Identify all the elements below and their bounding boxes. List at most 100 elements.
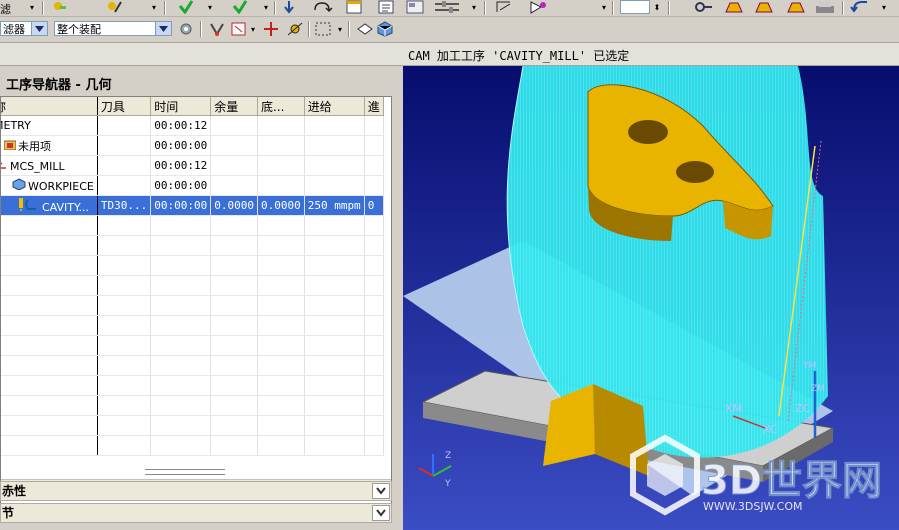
cell-floor <box>257 155 305 176</box>
empty-row <box>1 335 384 356</box>
empty-cell <box>150 355 212 376</box>
column-header[interactable]: 余量 <box>210 97 258 116</box>
empty-cell <box>1 295 98 316</box>
dropdown-icon[interactable]: ▾ <box>206 3 214 12</box>
column-header[interactable]: 刀具 <box>97 97 152 116</box>
zm-label: ZM <box>811 384 825 394</box>
cell-time: 00:00:12 <box>150 115 212 136</box>
column-header[interactable]: 称 <box>1 97 98 116</box>
dropdown-icon[interactable]: ▾ <box>600 3 608 12</box>
empty-cell <box>257 275 305 296</box>
operation-name-cell: METRY <box>1 115 98 136</box>
cell-stock <box>210 155 258 176</box>
empty-cell <box>364 235 384 256</box>
empty-cell <box>304 295 365 316</box>
point-snap-icon[interactable] <box>262 21 280 37</box>
select-box-icon[interactable] <box>230 21 248 37</box>
cell-stock <box>210 175 258 196</box>
cell-extra: 0 <box>364 195 384 216</box>
snap-icon[interactable] <box>208 21 226 37</box>
properties-section[interactable]: 赤性 <box>0 481 392 501</box>
graphics-viewport[interactable]: XM ZC XC YM ZM Z Y 3D世界网 WWW.3DSJW.COM <box>403 66 899 530</box>
cell-feed <box>304 175 365 196</box>
gold-icon[interactable] <box>786 0 806 14</box>
table-row[interactable]: CAVITY... TD30... 00:00:00 0.0000 0.0000 250 … <box>1 195 384 216</box>
table-row[interactable]: WORKPIECE 00:00:00 <box>1 175 384 196</box>
number-field[interactable] <box>620 0 650 14</box>
assembly-scope-select[interactable]: 整个装配 <box>54 21 172 36</box>
type-filter-select[interactable]: 滤器 <box>0 21 48 36</box>
layout-icon[interactable] <box>406 0 424 14</box>
table-row[interactable]: 未用项 00:00:00 <box>1 135 384 156</box>
print-icon[interactable] <box>814 0 836 14</box>
empty-cell <box>257 335 305 356</box>
tool-icon[interactable] <box>52 0 68 14</box>
empty-row <box>1 355 384 376</box>
empty-cell <box>364 315 384 336</box>
undo-icon[interactable] <box>850 0 870 14</box>
list-icon[interactable] <box>378 0 394 14</box>
window-icon[interactable] <box>346 0 362 14</box>
point-marker-icon[interactable] <box>286 21 304 37</box>
empty-cell <box>257 435 305 456</box>
dropdown-icon[interactable]: ▾ <box>880 3 888 12</box>
empty-cell <box>304 395 365 416</box>
green-check-icon[interactable] <box>232 0 248 14</box>
tool-edit-icon[interactable] <box>106 0 122 14</box>
navigator-grid[interactable]: 称刀具时间余量底...进给進 METRY 00:00:12未用项00:00:00M… <box>0 96 392 516</box>
shaded-cube-icon[interactable] <box>376 21 394 37</box>
cell-extra <box>364 135 384 156</box>
spin-icon[interactable]: ⬍ <box>652 0 662 14</box>
empty-cell <box>1 215 98 236</box>
empty-cell <box>97 375 152 396</box>
chevron-down-icon <box>155 22 171 35</box>
gold-icon[interactable] <box>754 0 774 14</box>
cell-stock <box>210 115 258 136</box>
empty-cell <box>257 315 305 336</box>
dropdown-icon[interactable]: ▾ <box>262 3 270 12</box>
empty-cell <box>257 395 305 416</box>
column-header[interactable]: 底... <box>257 97 305 116</box>
operation-name-cell: WORKPIECE <box>1 175 98 196</box>
empty-cell <box>364 415 384 436</box>
slider-icon[interactable] <box>434 0 460 14</box>
dropdown-icon[interactable]: ▾ <box>470 3 478 12</box>
cell-time: 00:00:00 <box>150 175 212 196</box>
empty-cell <box>304 255 365 276</box>
cell-extra <box>364 115 384 136</box>
dropdown-icon[interactable]: ▾ <box>336 25 344 34</box>
pointer-icon[interactable] <box>494 0 514 14</box>
empty-cell <box>364 335 384 356</box>
loop-icon[interactable] <box>312 0 334 14</box>
arrow-icon[interactable] <box>528 0 548 14</box>
gold-icon[interactable] <box>724 0 744 14</box>
empty-cell <box>210 295 258 316</box>
green-check-icon[interactable] <box>178 0 194 14</box>
empty-cell <box>210 315 258 336</box>
empty-cell <box>364 295 384 316</box>
empty-cell <box>304 215 365 236</box>
column-header[interactable]: 進 <box>364 97 384 116</box>
details-section[interactable]: 节 <box>0 503 392 523</box>
column-header[interactable]: 进给 <box>304 97 365 116</box>
rectangle-select-icon[interactable] <box>314 21 332 37</box>
dropdown-icon[interactable]: ▾ <box>28 3 36 12</box>
table-row[interactable]: MCS_MILL 00:00:12 <box>1 155 384 176</box>
cell-tool: TD30... <box>97 195 152 216</box>
wrench-icon[interactable] <box>694 0 714 14</box>
table-row[interactable]: METRY 00:00:12 <box>1 115 384 136</box>
arrow-down-icon[interactable] <box>282 0 296 14</box>
dropdown-icon[interactable]: ▾ <box>150 3 158 12</box>
empty-cell <box>97 235 152 256</box>
panel-resize-handle[interactable] <box>145 469 225 475</box>
filter-settings-icon[interactable] <box>178 21 196 37</box>
dropdown-icon[interactable]: ▾ <box>249 25 257 34</box>
column-header[interactable]: 时间 <box>150 97 212 116</box>
cube-icon <box>12 178 26 193</box>
empty-cell <box>304 435 365 456</box>
empty-row <box>1 255 384 276</box>
empty-cell <box>1 335 98 356</box>
wireframe-icon[interactable] <box>356 21 374 37</box>
empty-cell <box>1 255 98 276</box>
empty-cell <box>210 335 258 356</box>
